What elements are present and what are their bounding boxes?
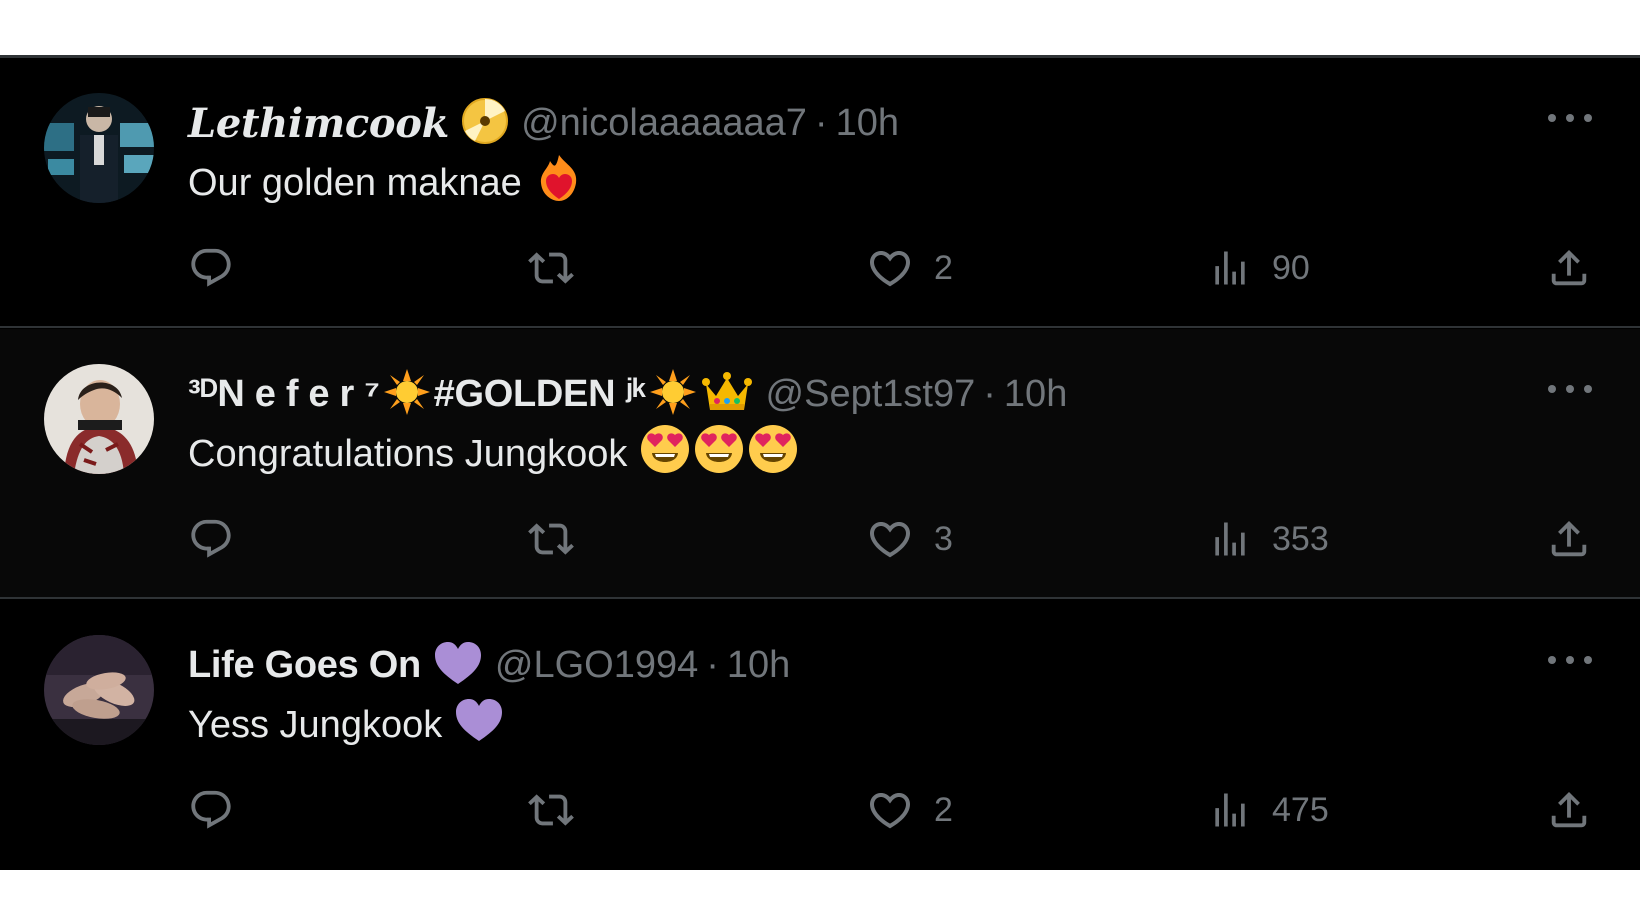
- reply-button[interactable]: [188, 509, 234, 569]
- tweet-text-content: Yess Jungkook: [188, 703, 443, 746]
- sun-icon: [383, 368, 430, 420]
- handle[interactable]: @nicolaaaaaaa7: [521, 102, 807, 145]
- view-count: 90: [1272, 248, 1310, 287]
- heart-eyes-icon: [639, 423, 691, 485]
- views-button[interactable]: 90: [1208, 238, 1310, 298]
- purple-heart-icon: [454, 697, 504, 753]
- timestamp[interactable]: 10h: [727, 644, 790, 687]
- heart-eyes-icon: [747, 423, 799, 485]
- views-button[interactable]: 475: [1208, 780, 1329, 840]
- retweet-button[interactable]: [526, 238, 576, 298]
- reply-button[interactable]: [188, 238, 234, 298]
- heart-icon: [866, 244, 914, 292]
- reply-button[interactable]: [188, 780, 234, 840]
- tweet-text: Yess Jungkook: [188, 697, 504, 753]
- timestamp[interactable]: 10h: [1004, 373, 1067, 416]
- reply-icon: [188, 245, 234, 291]
- share-button[interactable]: [1546, 509, 1592, 569]
- tweet[interactable]: Lethimcook @nicolaaaaaaa7 · 10h Our gold…: [0, 58, 1640, 328]
- like-button[interactable]: 2: [866, 238, 953, 298]
- retweet-icon: [526, 245, 576, 291]
- share-icon: [1546, 245, 1592, 291]
- separator: ·: [814, 101, 828, 144]
- analytics-icon: [1208, 787, 1252, 833]
- share-button[interactable]: [1546, 780, 1592, 840]
- heart-icon: [866, 786, 914, 834]
- tweet[interactable]: ³ᴰN e f e r ⁷ #GOLDEN ʲᵏ @Sept1st97 · 10…: [0, 329, 1640, 599]
- like-button[interactable]: 3: [866, 509, 953, 569]
- view-count: 475: [1272, 790, 1329, 829]
- heart-icon: [866, 515, 914, 563]
- share-icon: [1546, 516, 1592, 562]
- view-count: 353: [1272, 519, 1329, 558]
- more-options-icon[interactable]: [1548, 648, 1592, 672]
- retweet-icon: [526, 787, 576, 833]
- separator: ·: [983, 372, 996, 415]
- retweet-button[interactable]: [526, 780, 576, 840]
- analytics-icon: [1208, 516, 1252, 562]
- tweet-text: Our golden maknae: [188, 155, 582, 208]
- separator: ·: [706, 643, 719, 686]
- tweet-text-content: Congratulations Jungkook: [188, 432, 628, 475]
- reply-icon: [188, 787, 234, 833]
- sun-icon: [649, 368, 696, 420]
- avatar[interactable]: [44, 364, 154, 474]
- tweet-header: Life Goes On @LGO1994 · 10h: [188, 640, 790, 690]
- tweet-text: Congratulations Jungkook: [188, 425, 799, 479]
- like-count: 3: [934, 519, 953, 558]
- like-count: 2: [934, 790, 953, 829]
- heart-on-fire-icon: [536, 153, 582, 213]
- tweet-header: ³ᴰN e f e r ⁷ #GOLDEN ʲᵏ @Sept1st97 · 10…: [188, 368, 1067, 420]
- tweet[interactable]: Life Goes On @LGO1994 · 10h Yess Jungkoo…: [0, 600, 1640, 870]
- retweet-button[interactable]: [526, 509, 576, 569]
- reply-icon: [188, 516, 234, 562]
- timestamp[interactable]: 10h: [836, 102, 899, 145]
- tweet-actions: 2 475: [0, 780, 1640, 840]
- more-options-icon[interactable]: [1548, 106, 1592, 130]
- like-count: 2: [934, 248, 953, 287]
- avatar[interactable]: [44, 93, 154, 203]
- crown-icon: [701, 370, 752, 419]
- display-name[interactable]: Life Goes On: [188, 644, 421, 687]
- views-button[interactable]: 353: [1208, 509, 1329, 569]
- reply-feed: Lethimcook @nicolaaaaaaa7 · 10h Our gold…: [0, 55, 1640, 870]
- display-name[interactable]: Lethimcook: [188, 100, 449, 147]
- purple-heart-icon: [433, 640, 483, 691]
- display-name-prefix[interactable]: ³ᴰN e f e r ⁷: [188, 373, 380, 416]
- retweet-icon: [526, 516, 576, 562]
- analytics-icon: [1208, 245, 1252, 291]
- share-button[interactable]: [1546, 238, 1592, 298]
- tweet-actions: 3 353: [0, 509, 1640, 569]
- golden-disc-icon: [461, 97, 509, 150]
- handle[interactable]: @LGO1994: [495, 644, 698, 687]
- display-name-tag[interactable]: #GOLDEN ʲᵏ: [434, 373, 646, 416]
- tweet-actions: 2 90: [0, 238, 1640, 298]
- tweet-header: Lethimcook @nicolaaaaaaa7 · 10h: [188, 97, 899, 150]
- more-options-icon[interactable]: [1548, 377, 1592, 401]
- like-button[interactable]: 2: [866, 780, 953, 840]
- share-icon: [1546, 787, 1592, 833]
- tweet-text-content: Our golden maknae: [188, 161, 522, 204]
- avatar[interactable]: [44, 635, 154, 745]
- heart-eyes-icon: [693, 423, 745, 485]
- handle[interactable]: @Sept1st97: [766, 373, 976, 416]
